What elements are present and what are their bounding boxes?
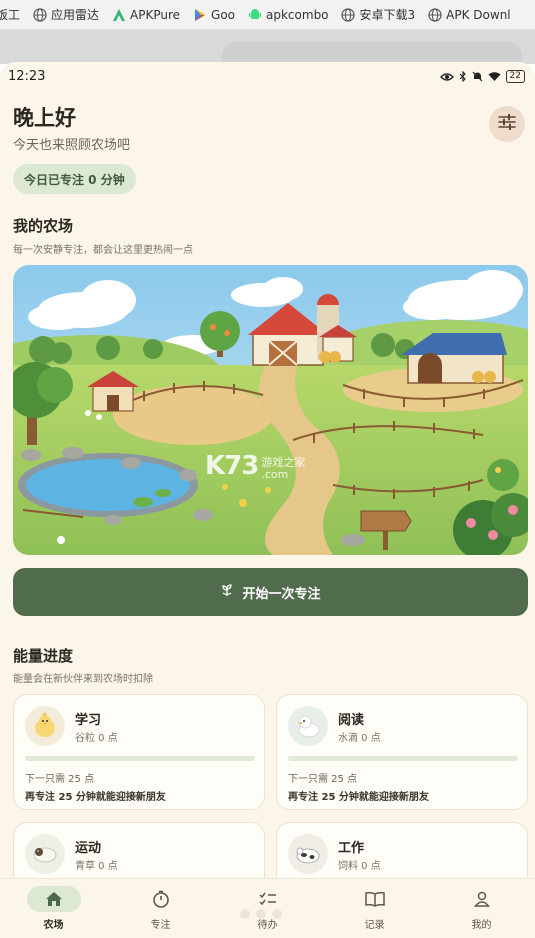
start-focus-button[interactable]: 开始一次专注 (13, 568, 528, 616)
play-store-icon (192, 7, 207, 22)
app-window: 12:23 22 晚上好 今天也来照顾农场吧 今日已专注 0 分钟 我的农场 每… (0, 62, 535, 938)
timer-icon (134, 886, 188, 912)
card-title: 工作 (338, 841, 365, 856)
energy-card-study[interactable]: 学习 谷粒 0 点 下一只需 25 点 再专注 25 分钟就能迎接新朋友 (13, 694, 265, 810)
tab-records[interactable]: 记录 (321, 879, 428, 938)
globe-icon (427, 7, 442, 22)
tab-label: 记录 (364, 920, 385, 931)
energy-progress-bar (25, 756, 255, 761)
greeting-subtitle: 今天也来照顾农场吧 (13, 138, 131, 153)
mute-icon (472, 67, 483, 86)
energy-progress-bar (288, 756, 518, 761)
farm-section-title: 我的农场 (13, 217, 74, 235)
bookmark-label: apkcombo (266, 7, 329, 22)
page-indicator (240, 909, 282, 919)
wifi-icon (488, 67, 501, 86)
sprout-icon (220, 583, 234, 601)
globe-icon (341, 7, 356, 22)
cow-icon (288, 834, 328, 874)
home-icon (26, 886, 81, 912)
bookmark-label: APK Downl (446, 7, 511, 22)
apkpure-icon (111, 7, 126, 22)
card-title: 阅读 (338, 713, 365, 728)
card-resource: 青草 0 点 (75, 861, 118, 872)
bookmark-item[interactable]: Goo (192, 7, 235, 22)
card-need: 下一只需 25 点 (288, 774, 358, 785)
card-need: 下一只需 25 点 (25, 774, 95, 785)
farm-illustration: K73 游戏之家 .com (13, 265, 528, 555)
book-icon (348, 886, 402, 912)
tab-label: 农场 (43, 920, 64, 931)
bookmark-item[interactable]: 安卓下载3 (341, 6, 416, 23)
watermark-url: .com (261, 468, 289, 481)
farm-section-subtitle: 每一次安静专注，都会让这里更热闹一点 (13, 245, 193, 256)
bookmark-item[interactable]: APKPure (111, 7, 180, 22)
bluetooth-icon (459, 67, 467, 86)
bookmark-label: APKPure (130, 7, 181, 22)
watermark-logo: K73 游戏之家 .com (205, 451, 305, 481)
card-hint: 再专注 25 分钟就能迎接新朋友 (25, 792, 166, 803)
bookmark-label: 应用雷达 (51, 8, 100, 22)
globe-icon (32, 7, 47, 22)
duck-icon (288, 706, 328, 746)
eye-icon (439, 67, 454, 86)
sliders-icon (498, 113, 516, 134)
bookmark-label: 饭工 (0, 8, 21, 22)
bottom-tab-bar: 农场 专注 待办 记录 我的 (0, 878, 535, 938)
status-bar: 12:23 22 (0, 62, 535, 90)
bookmark-label: 安卓下载3 (359, 8, 416, 22)
settings-button[interactable] (489, 106, 525, 142)
bookmark-item[interactable]: APK Downl (427, 7, 511, 22)
focus-today-chip: 今日已专注 0 分钟 (13, 164, 136, 194)
tab-profile[interactable]: 我的 (428, 879, 535, 938)
tab-label: 我的 (471, 920, 492, 931)
energy-section-subtitle: 能量会在新伙伴来到农场时扣除 (13, 674, 153, 685)
card-resource: 饲料 0 点 (338, 861, 381, 872)
android-icon (247, 7, 262, 22)
battery-indicator: 22 (505, 69, 525, 83)
backdrop (0, 30, 535, 72)
tab-focus[interactable]: 专注 (107, 879, 214, 938)
card-resource: 水滴 0 点 (338, 733, 381, 744)
card-title: 学习 (75, 713, 102, 728)
bookmarks-bar: 饭工 应用雷达 APKPure Goo apkcombo 安卓下载3 APK (0, 0, 535, 30)
bookmark-item[interactable]: 应用雷达 (32, 6, 99, 23)
profile-icon (455, 886, 509, 912)
bookmark-label: Goo (211, 7, 236, 22)
tab-label: 专注 (150, 920, 171, 931)
bookmark-item[interactable]: apkcombo (247, 7, 329, 22)
card-title: 运动 (75, 841, 102, 856)
status-time: 12:23 (8, 68, 46, 84)
chick-icon (25, 706, 65, 746)
start-focus-label: 开始一次专注 (242, 586, 321, 602)
sheep-icon (25, 834, 65, 874)
tab-farm[interactable]: 农场 (0, 879, 107, 938)
energy-section-title: 能量进度 (13, 647, 74, 665)
energy-card-reading[interactable]: 阅读 水滴 0 点 下一只需 25 点 再专注 25 分钟就能迎接新朋友 (276, 694, 528, 810)
watermark-main: K73 (205, 451, 259, 481)
bookmark-item[interactable]: 饭工 (0, 6, 20, 23)
greeting-title: 晚上好 (13, 106, 76, 130)
card-resource: 谷粒 0 点 (75, 733, 118, 744)
card-hint: 再专注 25 分钟就能迎接新朋友 (288, 792, 429, 803)
